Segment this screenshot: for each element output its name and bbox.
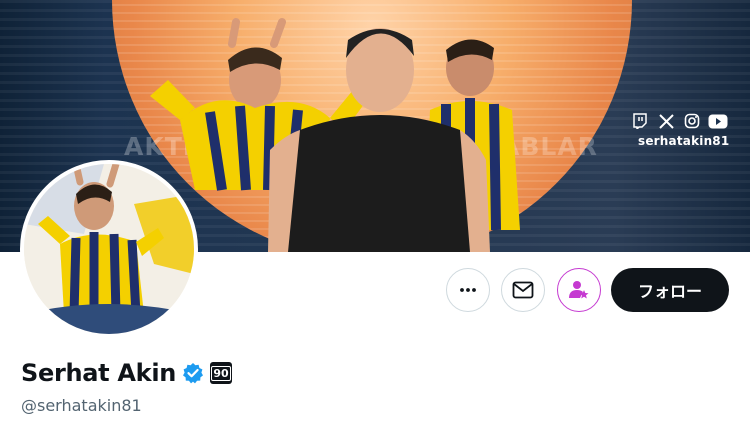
display-name: Serhat Akin xyxy=(21,359,177,387)
avatar[interactable] xyxy=(20,160,198,338)
avatar-illustration xyxy=(24,164,194,334)
subscribe-button[interactable] xyxy=(557,268,601,312)
youtube-icon xyxy=(708,112,728,130)
banner-handle-text: serhatakin81 xyxy=(638,134,730,148)
affiliate-badge[interactable]: 90 xyxy=(210,362,233,384)
more-icon xyxy=(460,288,476,292)
more-button[interactable] xyxy=(446,268,490,312)
person-star-icon xyxy=(569,281,589,299)
envelope-icon xyxy=(512,281,534,299)
message-button[interactable] xyxy=(501,268,545,312)
follow-button[interactable]: フォロー xyxy=(611,268,729,312)
banner-social-icons xyxy=(630,112,728,130)
instagram-icon xyxy=(682,112,702,130)
x-icon xyxy=(656,112,676,130)
twitch-icon xyxy=(630,112,650,130)
profile-handle: @serhatakin81 xyxy=(21,396,142,415)
affiliate-badge-text: 90 xyxy=(211,365,231,381)
profile-name-row: Serhat Akin 90 xyxy=(21,359,233,387)
verified-badge-icon[interactable] xyxy=(182,362,204,384)
